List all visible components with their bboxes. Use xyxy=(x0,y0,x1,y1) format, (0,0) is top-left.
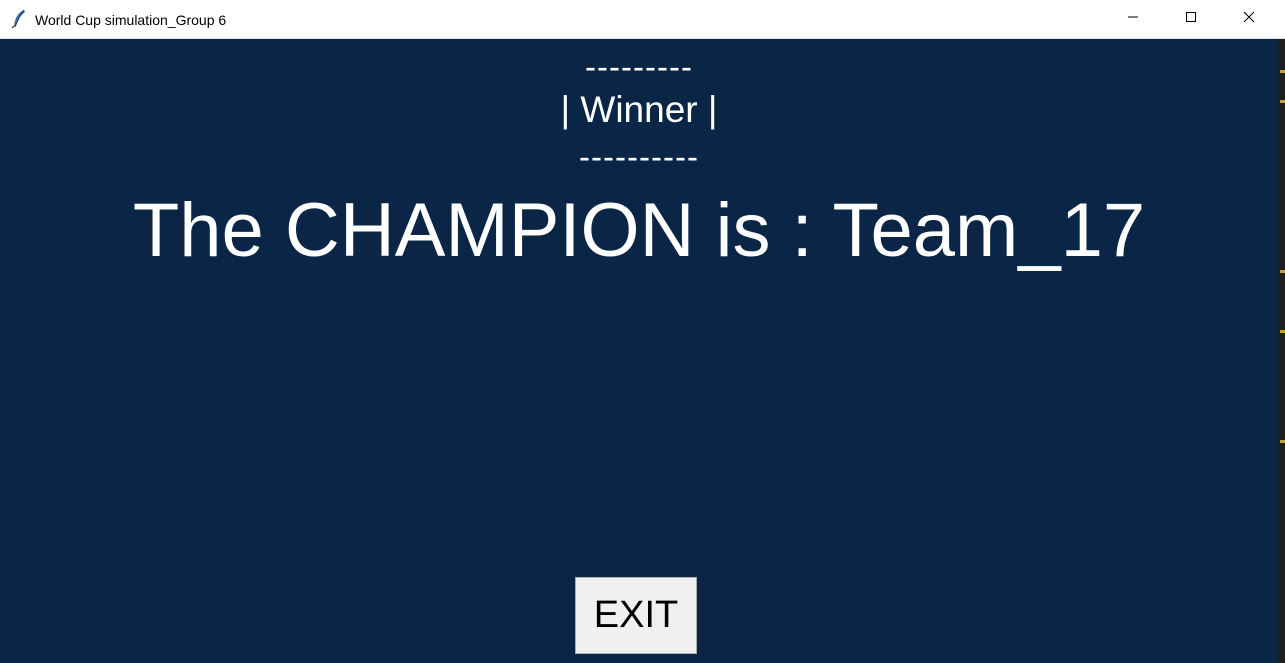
champion-announcement: The CHAMPION is : Team_17 xyxy=(132,188,1146,273)
title-bar[interactable]: World Cup simulation_Group 6 xyxy=(0,0,1285,39)
edge-mark xyxy=(1280,330,1285,333)
maximize-icon xyxy=(1185,10,1197,28)
exit-button[interactable]: EXIT xyxy=(575,577,697,654)
minimize-icon xyxy=(1127,10,1139,28)
feather-icon xyxy=(10,9,28,29)
winner-border-top: --------- xyxy=(585,48,693,85)
window-title: World Cup simulation_Group 6 xyxy=(35,12,227,28)
edge-mark xyxy=(1280,270,1285,273)
winner-border-bottom: ---------- xyxy=(579,138,699,175)
close-icon xyxy=(1243,10,1255,28)
minimize-button[interactable] xyxy=(1104,0,1162,38)
maximize-button[interactable] xyxy=(1162,0,1220,38)
edge-mark xyxy=(1280,70,1285,73)
close-button[interactable] xyxy=(1220,0,1278,38)
edge-mark xyxy=(1280,100,1285,103)
background-window-edge xyxy=(1278,39,1285,663)
winner-heading: | Winner | xyxy=(560,89,718,130)
edge-mark xyxy=(1280,440,1285,443)
result-panel xyxy=(0,39,1278,663)
app-window: World Cup simulation_Group 6 --------- |… xyxy=(0,0,1285,663)
